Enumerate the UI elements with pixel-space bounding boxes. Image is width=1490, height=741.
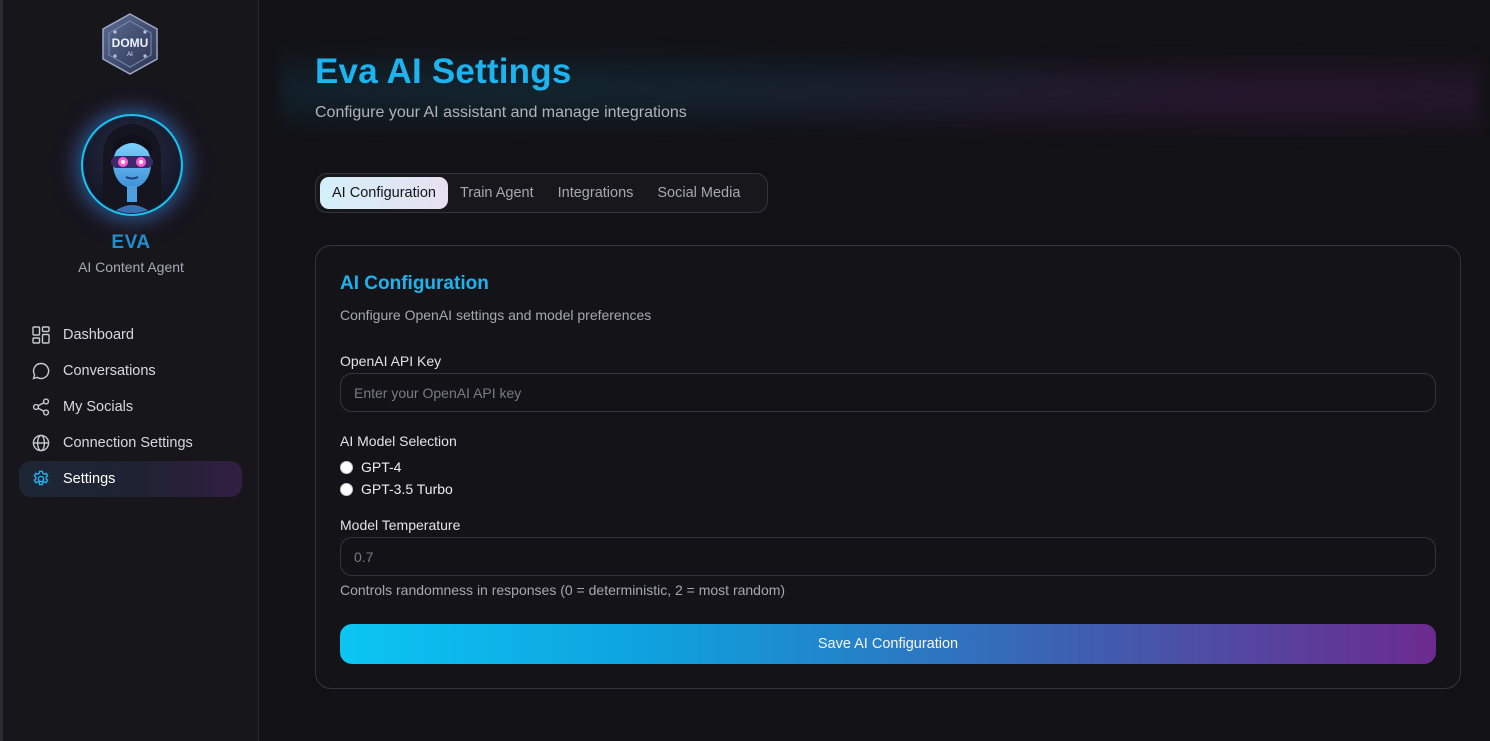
temperature-label: Model Temperature <box>340 517 461 533</box>
card-title: AI Configuration <box>340 273 489 294</box>
sidebar-item-dashboard[interactable]: Dashboard <box>19 317 242 353</box>
sidebar-item-label: Settings <box>63 471 116 487</box>
globe-icon <box>31 433 51 453</box>
sidebar-nav: Dashboard Conversations My Socials Conne… <box>19 317 242 497</box>
sidebar-item-label: My Socials <box>63 399 134 415</box>
sidebar-item-settings[interactable]: Settings <box>19 461 242 497</box>
sidebar-item-connection-settings[interactable]: Connection Settings <box>19 425 242 461</box>
page-title: Eva AI Settings <box>315 52 572 91</box>
sidebar-item-label: Dashboard <box>63 327 134 343</box>
sidebar: DOMU AI EVA AI Content Agent Dashboard C… <box>3 0 259 741</box>
gear-icon <box>31 469 51 489</box>
svg-text:AI: AI <box>127 52 133 58</box>
ai-configuration-card: AI Configuration Configure OpenAI settin… <box>315 245 1461 689</box>
svg-text:DOMU: DOMU <box>112 36 149 50</box>
radio-button[interactable] <box>340 482 353 496</box>
tab-train-agent[interactable]: Train Agent <box>448 177 546 209</box>
agent-avatar <box>81 114 183 216</box>
model-option-gpt-3-5-turbo[interactable]: GPT-3.5 Turbo <box>340 481 453 497</box>
temperature-help-text: Controls randomness in responses (0 = de… <box>340 582 786 598</box>
sidebar-item-label: Conversations <box>63 363 156 379</box>
card-description: Configure OpenAI settings and model pref… <box>340 307 652 323</box>
sidebar-item-my-socials[interactable]: My Socials <box>19 389 242 425</box>
dashboard-icon <box>31 325 51 345</box>
model-option-gpt-4[interactable]: GPT-4 <box>340 459 401 475</box>
api-key-input[interactable] <box>340 373 1436 412</box>
model-selection-label: AI Model Selection <box>340 433 457 449</box>
tab-ai-configuration[interactable]: AI Configuration <box>320 177 448 209</box>
chat-bubble-icon <box>31 361 51 381</box>
share-icon <box>31 397 51 417</box>
settings-tabs: AI Configuration Train Agent Integration… <box>315 173 768 213</box>
radio-button[interactable] <box>340 460 353 474</box>
sidebar-item-conversations[interactable]: Conversations <box>19 353 242 389</box>
tab-integrations[interactable]: Integrations <box>546 177 646 209</box>
domu-logo[interactable]: DOMU AI <box>99 12 161 76</box>
agent-role: AI Content Agent <box>78 259 184 275</box>
temperature-input[interactable] <box>340 537 1436 576</box>
model-option-label: GPT-3.5 Turbo <box>361 481 453 497</box>
save-ai-configuration-button[interactable]: Save AI Configuration <box>340 624 1436 664</box>
tab-social-media[interactable]: Social Media <box>645 177 752 209</box>
agent-name: EVA <box>111 232 151 253</box>
main-content: Eva AI Settings Configure your AI assist… <box>260 0 1490 741</box>
sidebar-item-label: Connection Settings <box>63 435 193 451</box>
page-subtitle: Configure your AI assistant and manage i… <box>315 104 687 121</box>
api-key-label: OpenAI API Key <box>340 353 442 369</box>
model-option-label: GPT-4 <box>361 459 402 475</box>
